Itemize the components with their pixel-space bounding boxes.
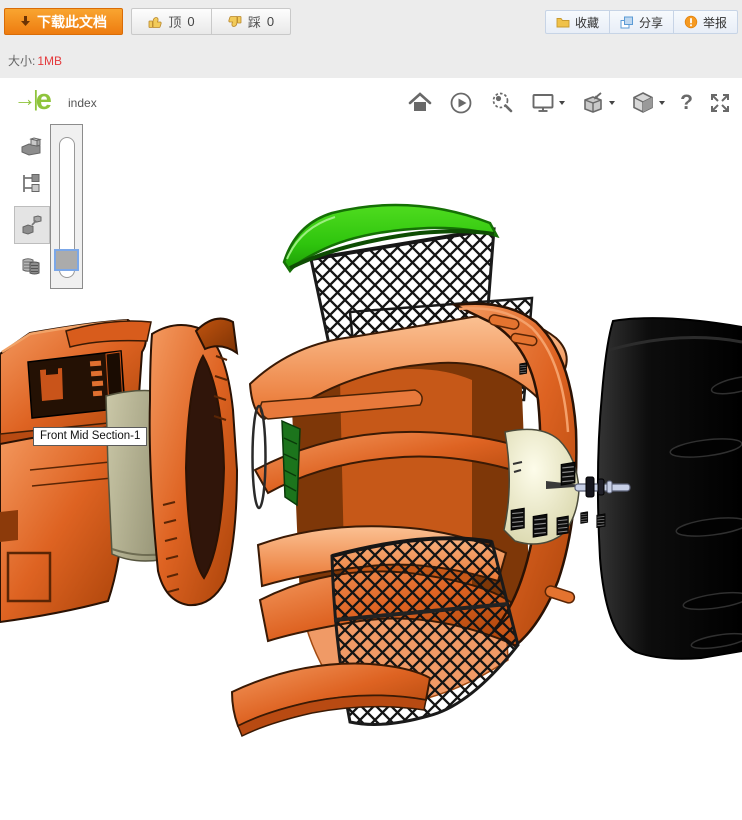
size-label: 大小: — [8, 54, 35, 68]
file-size: 大小:1MB — [8, 52, 62, 69]
downvote-count: 0 — [267, 14, 274, 29]
dropdown-caret — [559, 101, 565, 105]
home-icon — [407, 90, 433, 116]
download-label: 下载此文档 — [37, 12, 107, 32]
explode-icon — [20, 213, 44, 237]
zoom-area-button[interactable] — [489, 90, 515, 116]
report-icon — [684, 15, 698, 29]
logo-letter: e — [36, 84, 52, 116]
display-icon — [530, 90, 556, 116]
favorite-label: 收藏 — [575, 14, 599, 31]
bottom-cover-strip[interactable] — [232, 664, 430, 736]
page: 下载此文档 顶 0 踩 0 — [0, 0, 742, 820]
report-button[interactable]: 举报 — [673, 11, 737, 33]
edrawings-logo: →|e — [14, 86, 52, 115]
viewer-toolbar: ? — [407, 90, 732, 116]
wire-loop[interactable] — [253, 406, 266, 508]
dropdown-caret — [659, 101, 665, 105]
assembly-tree-button[interactable] — [16, 169, 46, 199]
thumb-up-icon — [148, 15, 162, 29]
green-bracket[interactable] — [282, 421, 300, 505]
logo-arrow: →| — [14, 86, 36, 111]
thumb-down-icon — [228, 15, 242, 29]
shaded-part-icon — [19, 135, 43, 159]
favorite-button[interactable]: 收藏 — [546, 11, 609, 33]
play-animation-button[interactable] — [448, 90, 474, 116]
view-orientation-button[interactable] — [630, 90, 665, 116]
viewer-side-toolbar — [16, 132, 50, 288]
move-component-icon — [19, 254, 43, 278]
cube-icon — [630, 90, 656, 116]
fullscreen-icon — [708, 91, 732, 115]
shaded-view-button[interactable] — [16, 132, 46, 162]
help-icon: ? — [680, 91, 693, 115]
download-icon — [20, 16, 31, 28]
display-options-button[interactable] — [530, 90, 565, 116]
downvote-button[interactable]: 踩 0 — [211, 9, 290, 34]
section-box-icon — [580, 90, 606, 116]
report-label: 举报 — [703, 14, 727, 31]
folder-icon — [556, 16, 570, 28]
vote-group: 顶 0 踩 0 — [131, 8, 291, 35]
share-label: 分享 — [639, 14, 663, 31]
document-name: index — [68, 96, 97, 110]
part-tooltip: Front Mid Section-1 — [33, 427, 147, 446]
top-action-bar: 下载此文档 顶 0 踩 0 — [0, 0, 742, 78]
help-button[interactable]: ? — [680, 91, 693, 115]
explode-slider-thumb[interactable] — [54, 249, 79, 271]
secondary-actions: 收藏 分享 举报 — [545, 10, 738, 34]
upvote-button[interactable]: 顶 0 — [132, 9, 211, 34]
explode-button[interactable] — [14, 206, 50, 244]
zoom-icon — [489, 90, 515, 116]
downvote-label: 踩 — [248, 12, 261, 31]
explode-slider — [50, 124, 83, 289]
upvote-count: 0 — [187, 14, 194, 29]
play-icon — [448, 90, 474, 116]
upvote-label: 顶 — [168, 12, 181, 31]
home-button[interactable] — [407, 90, 433, 116]
fullscreen-button[interactable] — [708, 91, 732, 115]
size-value: 1MB — [37, 54, 62, 68]
move-component-button[interactable] — [16, 251, 46, 281]
download-button[interactable]: 下载此文档 — [4, 8, 123, 35]
tree-icon — [19, 172, 43, 196]
model-canvas — [0, 0, 742, 820]
share-button[interactable]: 分享 — [609, 11, 673, 33]
dropdown-caret — [609, 101, 615, 105]
section-view-button[interactable] — [580, 90, 615, 116]
share-icon — [620, 16, 634, 29]
